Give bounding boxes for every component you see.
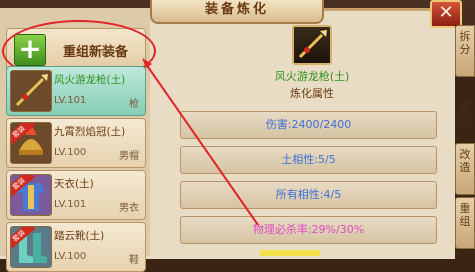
item-name: 踏云靴(土) — [54, 230, 105, 242]
helmet-icon: 套装 — [10, 122, 52, 164]
equipment-list: + 重组新装备 风火游龙枪(土) LV.101 枪 套装 九霄烈焰冠(土) LV… — [0, 8, 156, 272]
tab-regroup[interactable]: 重组 — [455, 197, 475, 249]
equipment-item[interactable]: 套装 九霄烈焰冠(土) LV.100 男帽 — [6, 118, 146, 168]
refine-attributes-label: 炼化属性 — [290, 87, 334, 100]
equipment-item[interactable]: 套装 踏云靴(土) LV.100 鞋 — [6, 222, 146, 272]
selected-equipment-name: 风火游龙枪(土) — [274, 70, 350, 83]
close-icon: ✕ — [438, 2, 454, 23]
stat-row[interactable]: 物理必杀率:29%/30% — [180, 216, 437, 244]
side-tab-bar: 拆分 改造 重组 — [455, 25, 475, 256]
refine-panel: 风火游龙枪(土) 炼化属性 伤害:2400/2400 土相性:5/5 所有相性:… — [152, 25, 452, 256]
side-title: 炼化 — [459, 100, 472, 128]
equipment-slot[interactable] — [292, 25, 332, 65]
item-name: 风火游龙枪(土) — [54, 74, 126, 86]
equipment-item[interactable]: 套装 天衣(土) LV.101 男衣 — [6, 170, 146, 220]
equipment-item[interactable]: 风火游龙枪(土) LV.101 枪 — [6, 66, 146, 116]
tab-modify[interactable]: 改造 — [455, 143, 475, 195]
tab-split[interactable]: 拆分 — [455, 25, 475, 77]
item-level: LV.101 — [54, 199, 87, 210]
item-name: 九霄烈焰冠(土) — [54, 126, 126, 138]
item-type: 鞋 — [129, 255, 139, 266]
window-title: 装备炼化 — [150, 0, 324, 24]
item-level: LV.101 — [54, 95, 87, 106]
item-type: 枪 — [129, 99, 139, 110]
item-type: 男衣 — [119, 203, 139, 214]
stat-row[interactable]: 土相性:5/5 — [180, 146, 437, 174]
stat-row[interactable]: 所有相性:4/5 — [180, 181, 437, 209]
spear-icon — [10, 70, 52, 112]
item-type: 男帽 — [119, 151, 139, 162]
stat-row[interactable]: 伤害:2400/2400 — [180, 111, 437, 139]
close-button[interactable]: ✕ — [430, 0, 462, 28]
boots-icon: 套装 — [10, 226, 52, 268]
item-name: 天衣(土) — [54, 178, 94, 190]
item-level: LV.100 — [54, 251, 87, 262]
item-level: LV.100 — [54, 147, 87, 158]
bottom-glow — [260, 250, 320, 256]
spear-icon — [298, 30, 327, 59]
armor-icon: 套装 — [10, 174, 52, 216]
